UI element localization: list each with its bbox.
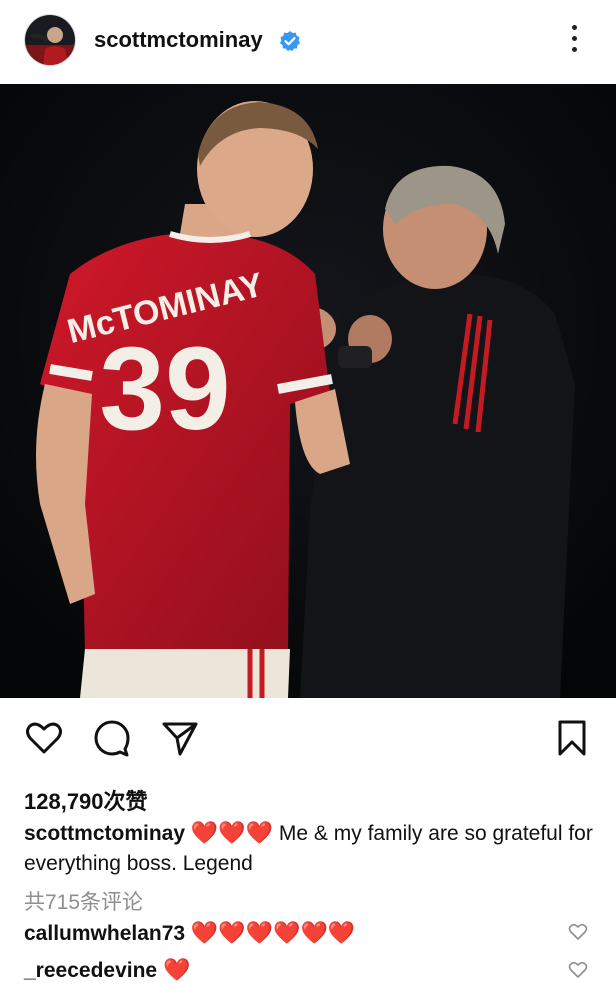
avatar[interactable] [24, 14, 76, 66]
avatar-image [25, 15, 75, 65]
paper-plane-icon[interactable] [160, 718, 200, 758]
post-photo[interactable]: McTOMINAY 39 [0, 84, 616, 698]
caption-emoji: ❤️❤️❤️ [190, 820, 274, 845]
heart-outline-icon[interactable] [24, 718, 64, 758]
comment-text: ❤️❤️❤️❤️❤️❤️ [190, 920, 356, 945]
more-vertical-icon[interactable] [564, 25, 584, 59]
comment-row: callumwhelan73 ❤️❤️❤️❤️❤️❤️ [24, 920, 355, 946]
comment-username[interactable]: _reecedevine [24, 959, 157, 982]
photo-illustration: McTOMINAY 39 [0, 84, 616, 698]
post-header: scottmctominay [0, 0, 616, 84]
action-bar [0, 698, 616, 778]
jersey-number: 39 [99, 323, 230, 455]
post-username[interactable]: scottmctominay [94, 27, 263, 53]
caption-username[interactable]: scottmctominay [24, 822, 185, 845]
bookmark-icon[interactable] [552, 718, 592, 758]
post-caption: scottmctominay ❤️❤️❤️ Me & my family are… [24, 818, 594, 879]
view-comments-link[interactable]: 共715条评论 [24, 886, 143, 916]
comment-username[interactable]: callumwhelan73 [24, 922, 185, 945]
heart-outline-icon[interactable] [568, 960, 588, 980]
comment-bubble-icon[interactable] [92, 718, 132, 758]
verified-badge-icon [280, 31, 300, 52]
heart-outline-icon[interactable] [568, 922, 588, 942]
likes-count[interactable]: 128,790次赞 [24, 784, 148, 816]
comment-text: ❤️ [162, 957, 191, 982]
comment-row: _reecedevine ❤️ [24, 957, 190, 983]
